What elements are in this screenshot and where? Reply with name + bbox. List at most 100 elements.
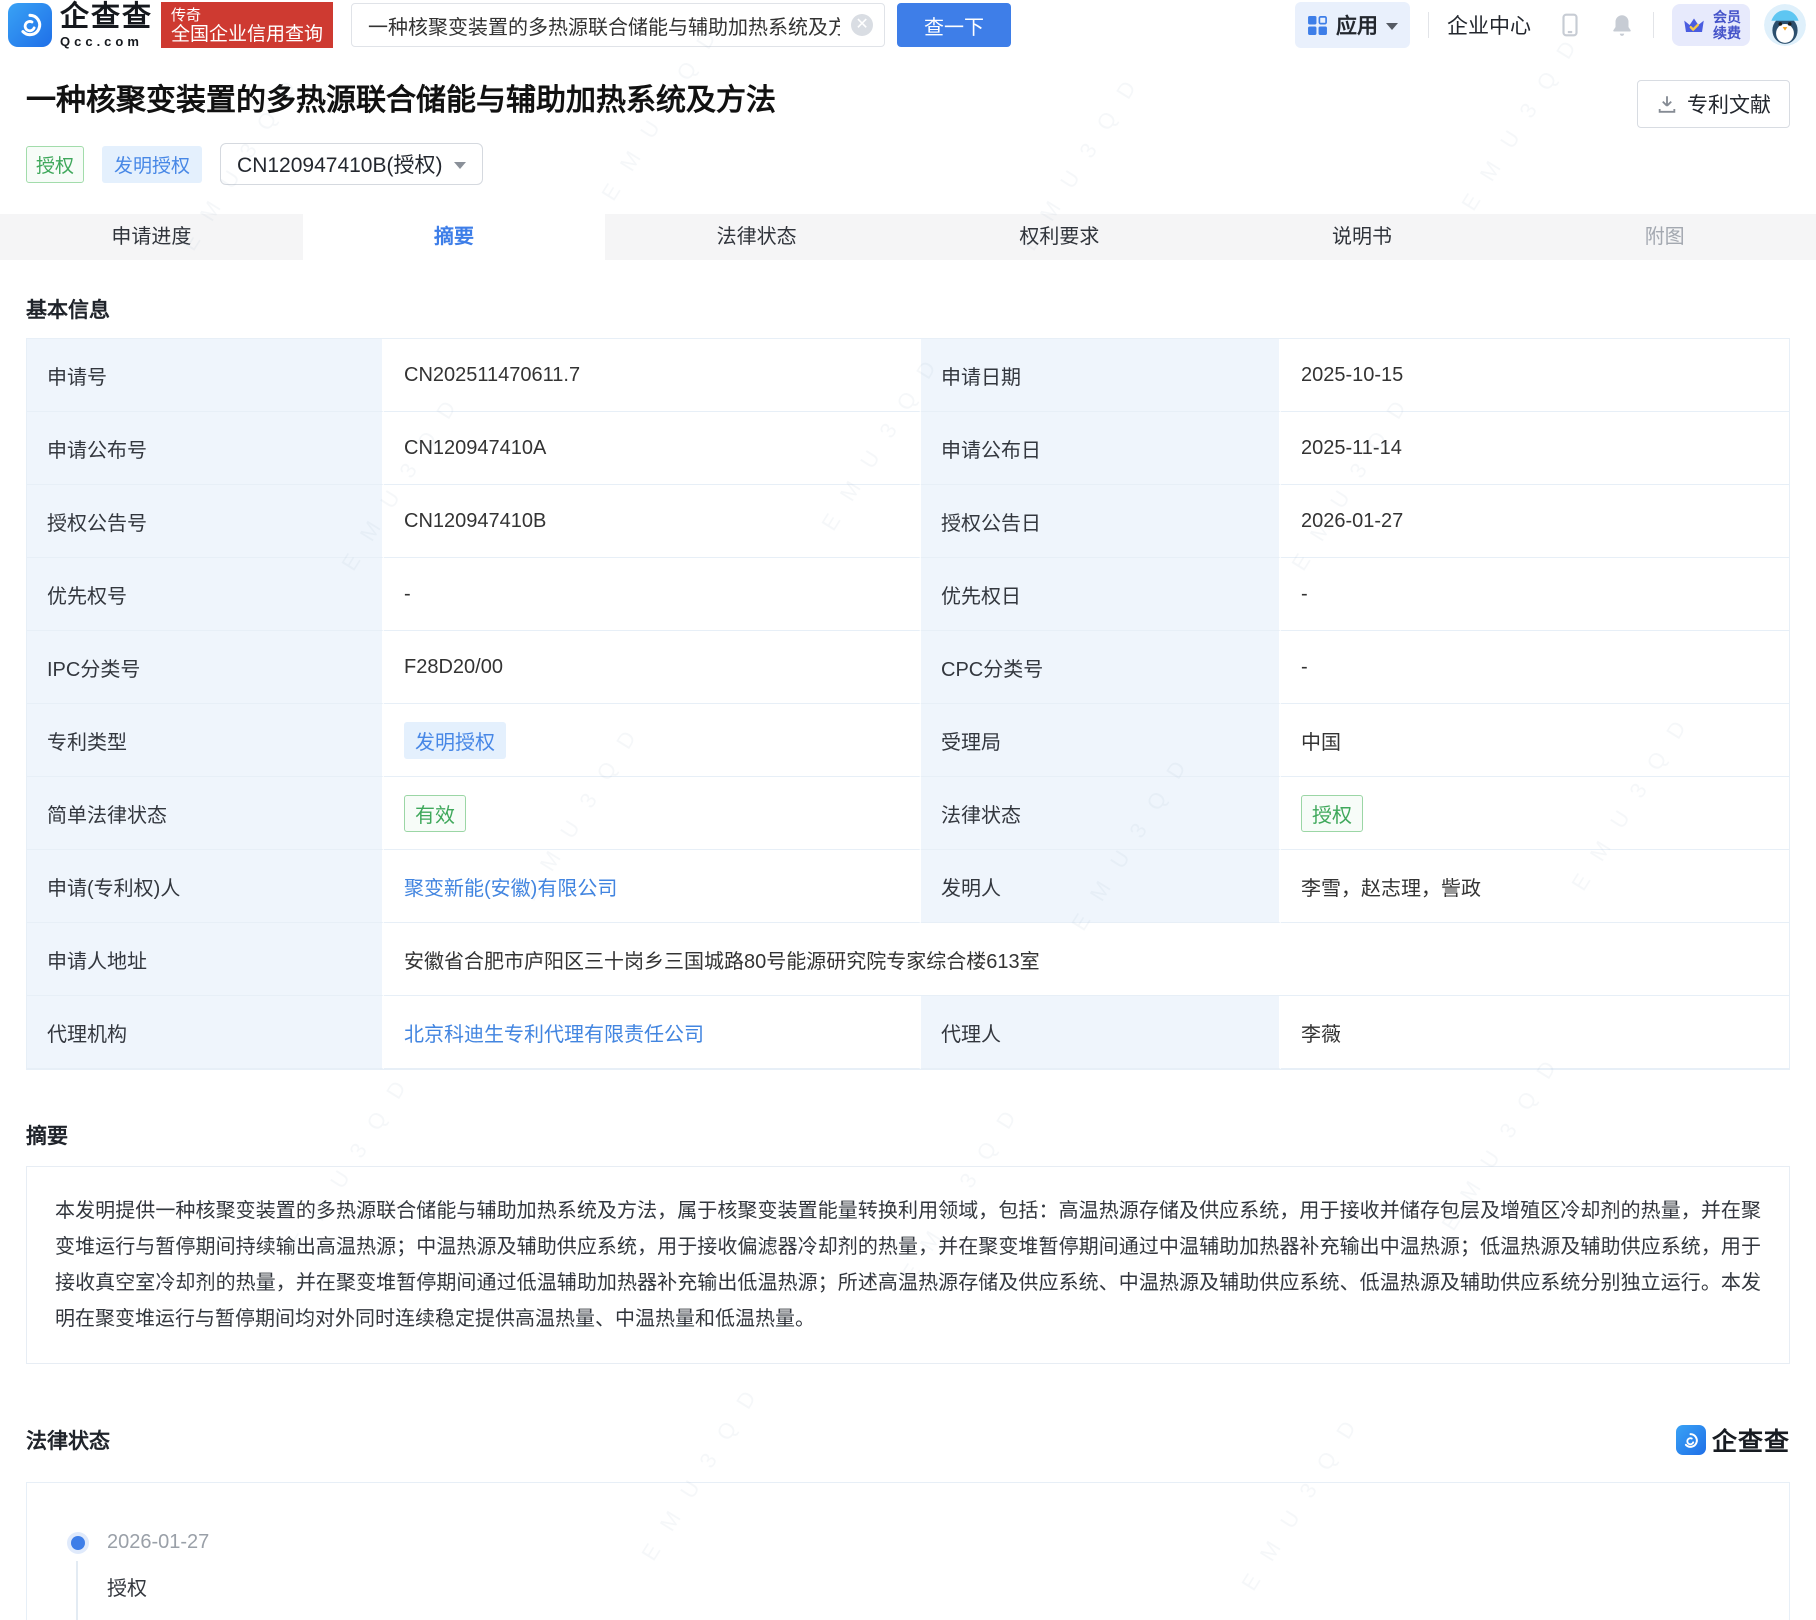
patent-document-button[interactable]: 专利文献 — [1637, 80, 1790, 128]
valid-status-badge: 有效 — [404, 795, 466, 832]
timeline-item: 2026-01-27 授权 — [71, 1531, 1789, 1601]
penguin-avatar-image — [1764, 4, 1806, 46]
field-value: CN202511470611.7 — [384, 339, 921, 412]
clear-search-icon[interactable]: ✕ — [851, 14, 873, 36]
qcc-watermark-brand: 企查查 — [1676, 1422, 1790, 1458]
abstract-text: 本发明提供一种核聚变装置的多热源联合储能与辅助加热系统及方法，属于核聚变装置能量… — [55, 1193, 1761, 1337]
field-value: 李薇 — [1281, 996, 1789, 1069]
tab-claims[interactable]: 权利要求 — [908, 214, 1211, 260]
field-label: 申请(专利权)人 — [27, 850, 384, 923]
vip-label-line2: 续费 — [1713, 25, 1741, 41]
abstract-box: 本发明提供一种核聚变装置的多热源联合储能与辅助加热系统及方法，属于核聚变装置能量… — [26, 1166, 1790, 1364]
field-value: F28D20/00 — [384, 631, 921, 704]
page-title: 一种核聚变装置的多热源联合储能与辅助加热系统及方法 — [26, 80, 776, 122]
field-label: 发明人 — [921, 850, 1281, 923]
apps-label: 应用 — [1336, 10, 1378, 40]
field-label: IPC分类号 — [27, 631, 384, 704]
field-label: 申请公布日 — [921, 412, 1281, 485]
tab-legal-status[interactable]: 法律状态 — [605, 214, 908, 260]
patent-type-badge: 发明授权 — [404, 722, 506, 759]
basic-info-heading: 基本信息 — [26, 294, 1790, 324]
download-icon — [1656, 93, 1678, 115]
top-bar: 企查查 Qcc.com 传奇 全国企业信用查询 ✕ 查一下 应用 企业中心 — [0, 0, 1816, 48]
field-value: 授权 — [1281, 777, 1789, 850]
qcc-logo-icon[interactable] — [8, 3, 52, 47]
search-box: ✕ — [351, 3, 885, 47]
grid-icon — [1307, 15, 1328, 36]
chevron-down-icon — [1386, 23, 1398, 30]
crown-icon — [1681, 12, 1707, 38]
abstract-heading: 摘要 — [26, 1120, 1790, 1150]
tab-abstract[interactable]: 摘要 — [303, 214, 606, 260]
patent-number-selected: CN120947410B(授权) — [237, 149, 442, 179]
field-value: - — [1281, 558, 1789, 631]
field-label: 申请人地址 — [27, 923, 384, 996]
field-label: 授权公告号 — [27, 485, 384, 558]
tab-drawings[interactable]: 附图 — [1513, 214, 1816, 260]
field-label: 申请号 — [27, 339, 384, 412]
field-value: 北京科迪生专利代理有限责任公司 — [384, 996, 921, 1069]
notifications-bell-icon[interactable] — [1609, 12, 1635, 38]
brand-name: 企查查 — [60, 3, 153, 32]
field-value: 李雪，赵志理，訾政 — [1281, 850, 1789, 923]
field-label: 简单法律状态 — [27, 777, 384, 850]
field-label: CPC分类号 — [921, 631, 1281, 704]
agency-company-link[interactable]: 北京科迪生专利代理有限责任公司 — [404, 1018, 704, 1047]
enterprise-center-link[interactable]: 企业中心 — [1447, 10, 1531, 40]
field-value: - — [384, 558, 921, 631]
field-value: 发明授权 — [384, 704, 921, 777]
field-label: 代理人 — [921, 996, 1281, 1069]
field-value: 2026-01-27 — [1281, 485, 1789, 558]
field-label: 优先权日 — [921, 558, 1281, 631]
search-button[interactable]: 查一下 — [897, 3, 1011, 47]
field-value: CN120947410B — [384, 485, 921, 558]
patent-number-select[interactable]: CN120947410B(授权) — [220, 143, 483, 185]
field-label: 申请日期 — [921, 339, 1281, 412]
timeline-dot-icon — [71, 1536, 85, 1550]
field-value: 有效 — [384, 777, 921, 850]
tab-application-progress[interactable]: 申请进度 — [0, 214, 303, 260]
tab-description[interactable]: 说明书 — [1211, 214, 1514, 260]
field-label: 申请公布号 — [27, 412, 384, 485]
field-label: 优先权号 — [27, 558, 384, 631]
qcc-spiral-icon — [14, 9, 46, 41]
timeline-connector — [76, 1561, 78, 1620]
brand-domain: Qcc.com — [60, 35, 153, 48]
field-label: 授权公告日 — [921, 485, 1281, 558]
field-value: - — [1281, 631, 1789, 704]
field-value: CN120947410A — [384, 412, 921, 485]
header-actions: 应用 企业中心 会员 续费 — [1295, 2, 1806, 48]
divider — [1428, 12, 1429, 38]
timeline-date: 2026-01-27 — [107, 1531, 209, 1554]
mobile-app-icon[interactable] — [1557, 12, 1583, 38]
field-value: 2025-11-14 — [1281, 412, 1789, 485]
vip-renew-button[interactable]: 会员 续费 — [1672, 4, 1750, 46]
user-avatar[interactable] — [1764, 4, 1806, 46]
granted-status-badge: 授权 — [1301, 795, 1363, 832]
field-value: 安徽省合肥市庐阳区三十岗乡三国城路80号能源研究院专家综合楼613室 — [384, 923, 1789, 996]
divider — [1653, 12, 1654, 38]
status-badge: 授权 — [26, 146, 84, 183]
applicant-company-link[interactable]: 聚变新能(安徽)有限公司 — [404, 872, 617, 901]
field-value: 聚变新能(安徽)有限公司 — [384, 850, 921, 923]
legal-status-timeline: 2026-01-27 授权 — [26, 1482, 1790, 1620]
slogan-badge: 传奇 全国企业信用查询 — [161, 2, 333, 48]
patent-type-badge: 发明授权 — [102, 146, 202, 183]
slogan-line1: 传奇 — [171, 7, 323, 24]
field-label: 法律状态 — [921, 777, 1281, 850]
field-value: 中国 — [1281, 704, 1789, 777]
field-label: 受理局 — [921, 704, 1281, 777]
tab-bar: 申请进度 摘要 法律状态 权利要求 说明书 附图 — [0, 214, 1816, 260]
field-label: 代理机构 — [27, 996, 384, 1069]
field-value: 2025-10-15 — [1281, 339, 1789, 412]
field-label: 专利类型 — [27, 704, 384, 777]
basic-info-table: 申请号 CN202511470611.7 申请日期 2025-10-15 申请公… — [26, 338, 1790, 1070]
qcc-logo-icon — [1676, 1425, 1706, 1455]
vip-label-line1: 会员 — [1713, 9, 1741, 25]
qcc-wordmark[interactable]: 企查查 Qcc.com — [60, 3, 153, 48]
chevron-down-icon — [454, 162, 466, 169]
apps-menu[interactable]: 应用 — [1295, 2, 1410, 48]
search-input[interactable] — [351, 3, 885, 47]
qcc-brand-name: 企查查 — [1712, 1422, 1790, 1458]
patent-document-label: 专利文献 — [1687, 89, 1771, 119]
